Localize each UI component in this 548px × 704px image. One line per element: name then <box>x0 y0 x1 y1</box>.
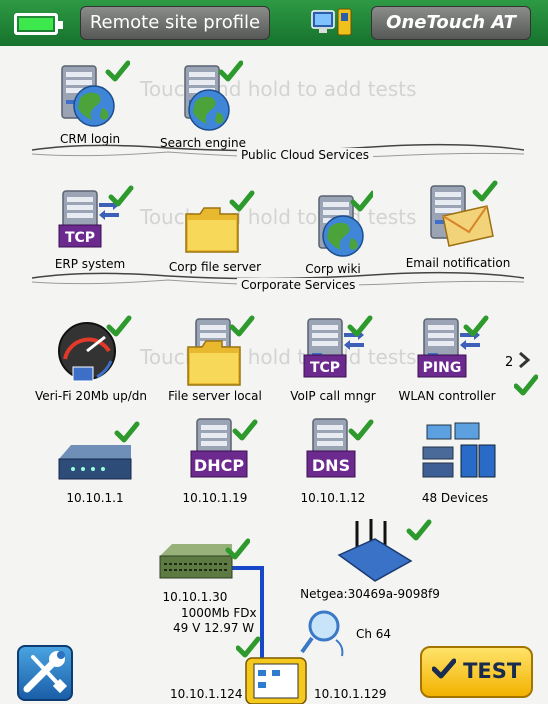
wrench-screwdriver-icon <box>23 651 68 694</box>
badge-text: DNS <box>312 456 350 475</box>
email-icon <box>430 180 503 247</box>
badge-text: TCP <box>65 230 95 246</box>
badge-text: DHCP <box>194 456 244 475</box>
switch-icon <box>159 530 250 579</box>
checkmark-icon <box>514 374 538 396</box>
dns-server[interactable]: DNS 10.10.1.12 <box>278 415 388 505</box>
test-erp-system[interactable]: TCP ERP system <box>35 185 145 271</box>
ap-name: Netgea:30469a-9098f9 <box>300 587 440 601</box>
tools-button[interactable] <box>17 645 73 701</box>
folder-server-icon <box>187 315 260 386</box>
test-button[interactable]: TEST <box>420 646 533 698</box>
cloud-server-icon <box>61 60 130 127</box>
test-search-engine[interactable]: Search engine <box>148 60 258 150</box>
access-point[interactable]: Netgea:30469a-9098f9 <box>300 515 450 601</box>
group-label: Corporate Services <box>237 278 360 292</box>
wired-ip: 10.10.1.124 <box>170 687 243 701</box>
badge-text: PING <box>423 360 462 376</box>
wifi-scan-icon <box>300 610 344 657</box>
test-corp-file-server[interactable]: Corp file server <box>160 190 270 274</box>
test-email-notification[interactable]: Email notification <box>398 180 518 270</box>
wireless-ap-icon <box>337 519 435 582</box>
cloud-server-icon <box>184 60 243 131</box>
test-wlan-controller[interactable]: PING WLAN controller <box>392 315 502 403</box>
checkmark-icon <box>431 658 457 679</box>
test-label: WLAN controller <box>398 389 496 403</box>
test-voip-call-manager[interactable]: TCP VoIP call mngr <box>278 315 388 403</box>
test-crm-login[interactable]: CRM login <box>35 60 145 146</box>
model-name-button[interactable]: OneTouch AT <box>371 6 531 40</box>
wifi-channel: Ch 64 <box>356 627 392 641</box>
discovered-devices[interactable]: 48 Devices <box>400 415 510 505</box>
test-corp-wiki[interactable]: Corp wiki <box>278 190 388 276</box>
profile-button[interactable]: Remote site profile <box>80 6 270 40</box>
badge-text: TCP <box>310 360 340 376</box>
test-label: VoIP call mngr <box>290 389 376 403</box>
page-indicator[interactable]: 2 <box>505 351 531 370</box>
title-bar: Remote site profile OneTouch AT <box>0 0 548 46</box>
folder-icon <box>185 190 260 253</box>
onetouch-device-icon <box>245 657 307 704</box>
dhcp-server-icon: DHCP <box>190 418 265 478</box>
network-status-icon[interactable] <box>310 7 358 39</box>
device-count: 48 Devices <box>421 491 489 505</box>
switch-ip: 10.10.1.30 <box>162 590 228 604</box>
dhcp-server[interactable]: DHCP 10.10.1.19 <box>160 415 270 505</box>
wifi-ip: 10.10.1.129 <box>314 687 387 701</box>
device-ip: 10.10.1.1 <box>66 491 124 505</box>
tcp-server-icon: TCP <box>58 185 135 248</box>
switch-device[interactable]: 10.10.1.30 <box>140 530 250 604</box>
device-ip: 10.10.1.19 <box>182 491 248 505</box>
page-number: 2 <box>505 355 514 370</box>
speedometer-icon <box>58 315 135 382</box>
tcp-server-icon: TCP <box>303 315 378 378</box>
test-label: Veri-Fi 20Mb up/dn <box>35 389 147 403</box>
device-ip: 10.10.1.12 <box>300 491 366 505</box>
test-veri-fi[interactable]: Veri-Fi 20Mb up/dn <box>35 315 147 403</box>
poe-info: 49 V 12.97 W <box>173 621 255 635</box>
test-file-server-local[interactable]: File server local <box>160 315 270 403</box>
battery-icon <box>14 13 63 35</box>
dns-server-icon: DNS <box>306 418 383 478</box>
test-label: File server local <box>168 389 262 403</box>
router-icon <box>58 415 145 480</box>
cloud-server-icon <box>318 190 373 257</box>
test-button-label: TEST <box>463 659 522 683</box>
router-device[interactable]: 10.10.1.1 <box>40 415 150 505</box>
ping-server-icon: PING <box>417 315 492 378</box>
chevron-right-icon[interactable] <box>517 351 531 369</box>
group-label: Public Cloud Services <box>237 148 374 162</box>
devices-icon <box>422 422 496 478</box>
link-speed: 1000Mb FDx <box>181 606 257 620</box>
